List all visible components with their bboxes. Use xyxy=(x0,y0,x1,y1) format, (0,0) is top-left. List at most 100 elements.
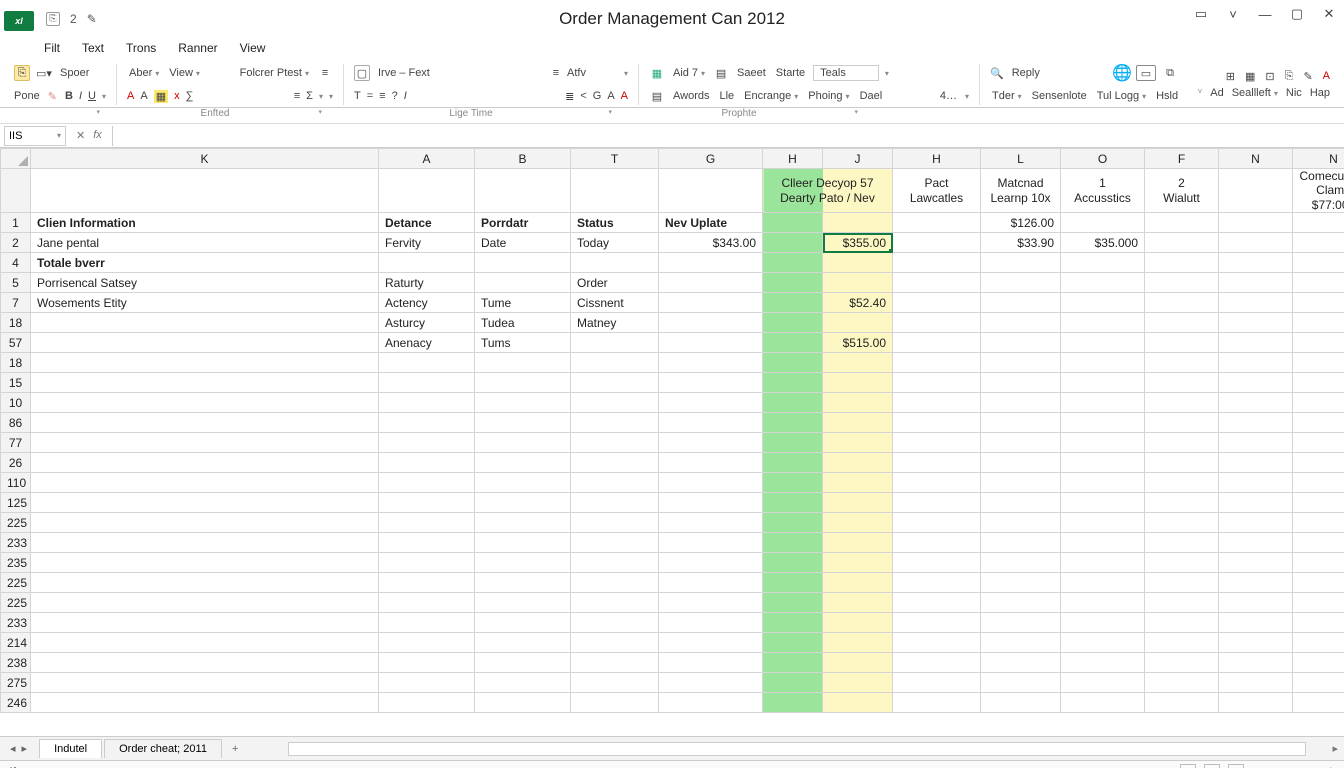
cell[interactable]: Cissnent xyxy=(571,293,659,313)
cell[interactable] xyxy=(893,373,981,393)
col-G[interactable]: G xyxy=(659,149,763,169)
far-caret[interactable]: ˅ xyxy=(1198,87,1203,99)
cell[interactable] xyxy=(981,433,1061,453)
cell[interactable] xyxy=(1293,433,1344,453)
cell[interactable]: $126.00 xyxy=(981,213,1061,233)
cell[interactable] xyxy=(1293,253,1344,273)
far-hap[interactable]: Hap xyxy=(1310,87,1330,99)
cell[interactable] xyxy=(893,493,981,513)
cell[interactable] xyxy=(659,633,763,653)
maximize-icon[interactable]: ▢ xyxy=(1288,6,1306,22)
cell[interactable] xyxy=(1145,353,1219,373)
menu-text[interactable]: Text xyxy=(82,41,104,55)
sigma-button[interactable]: Σ xyxy=(306,90,313,102)
cell[interactable] xyxy=(823,433,893,453)
ribbon-options-icon[interactable]: ▭ xyxy=(1192,6,1210,22)
cell[interactable] xyxy=(981,633,1061,653)
qat-save-icon[interactable]: ⎘ xyxy=(46,12,60,26)
cell[interactable] xyxy=(1219,333,1293,353)
row-header[interactable]: 77 xyxy=(1,433,31,453)
cell[interactable] xyxy=(31,673,379,693)
cell[interactable] xyxy=(571,453,659,473)
table-row[interactable]: 110 xyxy=(1,473,1344,493)
hsld-button[interactable]: Hsld xyxy=(1154,89,1180,103)
cell[interactable] xyxy=(31,353,379,373)
cell[interactable] xyxy=(571,253,659,273)
cell[interactable] xyxy=(659,353,763,373)
cell[interactable] xyxy=(659,413,763,433)
cell[interactable]: Anenacy xyxy=(379,333,475,353)
table-row[interactable]: 235 xyxy=(1,553,1344,573)
cell[interactable] xyxy=(1293,633,1344,653)
cell[interactable] xyxy=(659,373,763,393)
cell[interactable] xyxy=(1145,273,1219,293)
starte-button[interactable]: Starte xyxy=(774,66,807,80)
row-header[interactable]: 26 xyxy=(1,453,31,473)
row-header[interactable]: 7 xyxy=(1,293,31,313)
cell[interactable] xyxy=(475,493,571,513)
cell[interactable] xyxy=(1145,433,1219,453)
row-header[interactable]: 235 xyxy=(1,553,31,573)
cell[interactable] xyxy=(571,393,659,413)
cell[interactable] xyxy=(823,653,893,673)
cell[interactable] xyxy=(1293,413,1344,433)
cell[interactable] xyxy=(823,493,893,513)
cell[interactable] xyxy=(475,533,571,553)
underline-button[interactable]: U xyxy=(88,90,96,102)
cell[interactable] xyxy=(1293,513,1344,533)
cell[interactable] xyxy=(1061,633,1145,653)
cell[interactable] xyxy=(379,253,475,273)
spoer-button[interactable]: Spoer xyxy=(58,66,91,80)
cell[interactable] xyxy=(763,333,823,353)
cell[interactable] xyxy=(1145,513,1219,533)
cell[interactable] xyxy=(893,673,981,693)
cell[interactable] xyxy=(1219,253,1293,273)
cell[interactable] xyxy=(893,553,981,573)
row-header[interactable]: 10 xyxy=(1,393,31,413)
header-cell-wialutt[interactable]: 2Wialutt xyxy=(1145,169,1219,213)
cell[interactable] xyxy=(1145,693,1219,713)
cell[interactable] xyxy=(1145,573,1219,593)
awords-button[interactable]: Awords xyxy=(671,89,711,103)
cell[interactable] xyxy=(763,493,823,513)
cell[interactable] xyxy=(981,673,1061,693)
cell[interactable] xyxy=(1219,553,1293,573)
row-header[interactable]: 18 xyxy=(1,313,31,333)
table-row[interactable]: 18AsturcyTudeaMatney xyxy=(1,313,1344,333)
cell[interactable] xyxy=(763,593,823,613)
cell[interactable] xyxy=(893,213,981,233)
cell[interactable] xyxy=(893,433,981,453)
cell[interactable] xyxy=(893,413,981,433)
table-row[interactable]: 275 xyxy=(1,673,1344,693)
cell[interactable] xyxy=(1293,473,1344,493)
cell[interactable] xyxy=(571,413,659,433)
cell[interactable] xyxy=(1145,453,1219,473)
row-header[interactable]: 18 xyxy=(1,353,31,373)
cell[interactable] xyxy=(1145,553,1219,573)
cell[interactable]: $355.00 xyxy=(823,233,893,253)
cell[interactable] xyxy=(1061,353,1145,373)
cell[interactable] xyxy=(1061,273,1145,293)
row-header[interactable]: 125 xyxy=(1,493,31,513)
cell[interactable] xyxy=(981,693,1061,713)
far-ic4-icon[interactable]: ⎘ xyxy=(1285,70,1294,83)
awords-icon[interactable]: ▤ xyxy=(649,88,665,104)
cell[interactable] xyxy=(1219,293,1293,313)
cell[interactable] xyxy=(1145,313,1219,333)
cell[interactable] xyxy=(1061,293,1145,313)
cell[interactable] xyxy=(1145,213,1219,233)
atfv-dropdown[interactable]: Atfv xyxy=(565,66,588,80)
cell[interactable] xyxy=(571,473,659,493)
cell[interactable] xyxy=(981,513,1061,533)
sheet-icon[interactable]: ▤ xyxy=(713,65,729,81)
hscroll-right-icon[interactable]: ▸ xyxy=(1326,742,1344,755)
close-icon[interactable]: ✕ xyxy=(1320,6,1338,22)
table-row[interactable]: 2Jane pentalFervityDateToday$343.00$355.… xyxy=(1,233,1344,253)
cell[interactable] xyxy=(763,233,823,253)
cell[interactable] xyxy=(1219,453,1293,473)
cell[interactable] xyxy=(571,533,659,553)
table-row[interactable]: 1Clien InformationDetancePorrdatrStatusN… xyxy=(1,213,1344,233)
cell[interactable] xyxy=(475,693,571,713)
it-button[interactable]: I xyxy=(404,90,407,102)
search-icon[interactable]: 🔍 xyxy=(990,67,1004,80)
